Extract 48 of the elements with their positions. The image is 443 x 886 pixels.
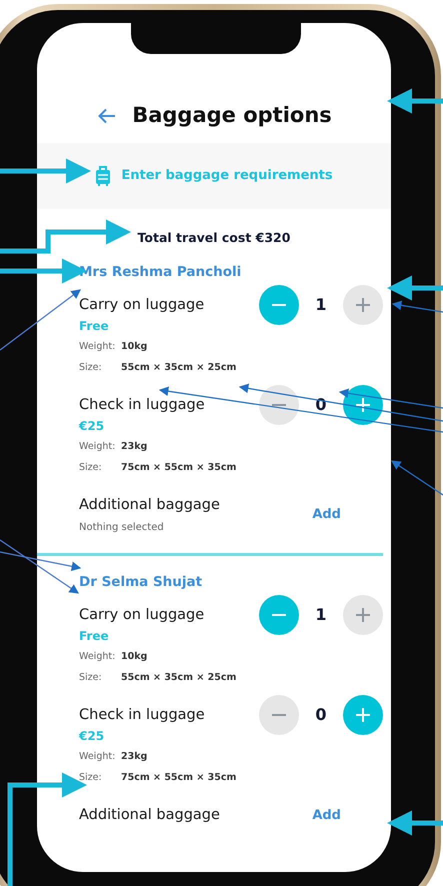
weight-spec: Weight: 23kg (79, 750, 148, 764)
decrease-button[interactable] (259, 285, 299, 325)
increase-button[interactable] (343, 695, 383, 736)
add-link[interactable]: Add (312, 504, 341, 524)
size-spec: Size: 55cm × 35cm × 25cm (79, 671, 236, 686)
luggage-price: €25 (79, 418, 106, 435)
annotation-arrow (387, 88, 443, 114)
total-cost: Total travel cost €320 (136, 229, 292, 247)
quantity-value: 1 (314, 604, 328, 626)
weight-spec: Weight: 10kg (79, 340, 148, 354)
requirements-link[interactable]: Enter baggage requirements (121, 166, 333, 186)
quantity-value: 0 (314, 704, 328, 726)
minus-icon (271, 304, 287, 306)
luggage-title: Check in luggage (79, 396, 206, 415)
add-link[interactable]: Add (312, 806, 341, 825)
luggage-price: Free (79, 628, 110, 646)
decrease-button[interactable] (259, 595, 299, 636)
additional-title: Additional baggage (79, 806, 220, 826)
minus-icon (271, 404, 287, 406)
annotation-arrow (387, 276, 443, 300)
size-spec: Size: 55cm × 35cm × 25cm (79, 361, 236, 375)
plus-icon (355, 607, 371, 624)
luggage-price: Free (79, 318, 110, 335)
increase-button[interactable] (343, 595, 383, 636)
weight-spec: Weight: 23kg (79, 440, 148, 454)
minus-icon (271, 714, 287, 716)
luggage-title: Carry on luggage (79, 606, 206, 626)
size-spec: Size: 75cm × 55cm × 35cm (79, 461, 236, 475)
luggage-price: €25 (79, 728, 106, 746)
minus-icon (271, 614, 287, 616)
quantity-value: 1 (314, 294, 328, 316)
additional-title: Additional baggage (79, 496, 220, 515)
selection-note: Nothing selected (79, 521, 165, 535)
plus-icon (355, 707, 371, 724)
pointer-line (391, 460, 443, 496)
annotation-arrow (387, 810, 443, 836)
plus-icon (355, 397, 371, 413)
luggage-title: Check in luggage (79, 706, 206, 726)
passenger-name: Dr Selma Shujat (79, 573, 204, 592)
increase-button[interactable] (343, 285, 383, 325)
weight-spec: Weight: 10kg (79, 650, 148, 664)
luggage-icon (95, 165, 112, 187)
pointer-line (392, 300, 443, 313)
decrease-button[interactable] (259, 385, 299, 425)
luggage-title: Carry on luggage (79, 296, 206, 315)
plus-icon (355, 297, 371, 313)
size-spec: Size: 75cm × 55cm × 35cm (79, 771, 236, 786)
page-title: Baggage options (132, 102, 332, 130)
